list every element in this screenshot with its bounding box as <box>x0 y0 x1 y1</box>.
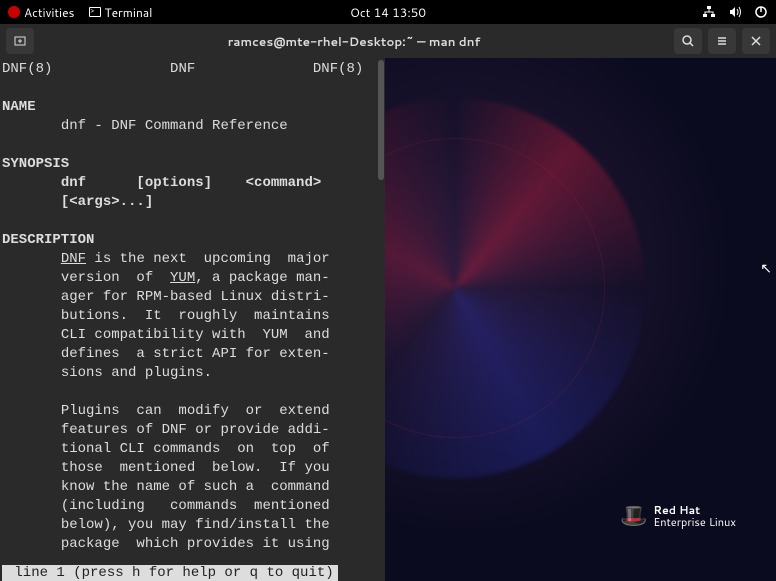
desc-p1g: defines a strict API for exten- <box>61 346 330 362</box>
desc-p2a: Plugins can modify or extend <box>61 403 330 419</box>
pager-status-line: line 1 (press h for help or q to quit) <box>2 565 338 581</box>
hamburger-menu-button[interactable] <box>708 28 736 54</box>
desc-p2b: features of DNF or provide addi- <box>61 422 330 438</box>
power-icon[interactable] <box>754 5 768 19</box>
gnome-topbar: Activities Terminal Oct 14 13:50 <box>0 0 776 24</box>
section-synopsis: SYNOPSIS <box>2 156 69 172</box>
desc-p1d: ager for RPM-based Linux distri- <box>61 289 330 305</box>
new-tab-button[interactable] <box>6 28 34 54</box>
desc-p2h: package which provides it using <box>61 536 330 552</box>
app-menu-label: Terminal <box>105 4 153 21</box>
app-menu-terminal[interactable]: Terminal <box>89 4 153 21</box>
activities-label: Activities <box>24 4 75 21</box>
redhat-logo: 🎩 Red Hat Enterprise Linux <box>620 500 736 531</box>
section-description: DESCRIPTION <box>2 232 94 248</box>
man-header-right: DNF(8) <box>313 61 363 77</box>
terminal-icon <box>89 7 101 17</box>
desc-p1b: version of <box>61 270 170 286</box>
desc-p1h: sions and plugins. <box>61 365 212 381</box>
search-button[interactable] <box>674 28 702 54</box>
brand-line2: Enterprise Linux <box>653 514 736 530</box>
synopsis-line1: dnf [options] <command> <box>61 175 321 191</box>
terminal-pane[interactable]: DNF(8) DNF DNF(8) NAME dnf - DNF Command… <box>0 58 385 581</box>
desc-p2d: those mentioned below. If you <box>61 460 330 476</box>
window-title: ramces@mte-rhel-Desktop:~ — man dnf <box>40 33 668 50</box>
desktop-background: 🎩 Red Hat Enterprise Linux ↖ <box>385 58 776 581</box>
desc-yum-link: YUM <box>170 270 195 286</box>
man-header-left: DNF(8) <box>2 61 52 77</box>
volume-icon[interactable] <box>728 5 742 19</box>
redhat-hat-icon: 🎩 <box>620 500 647 531</box>
close-button[interactable] <box>742 28 770 54</box>
desc-p1f: CLI compatibility with YUM and <box>61 327 330 343</box>
desc-p1a: is the next upcoming major <box>86 251 330 267</box>
terminal-scrollbar[interactable] <box>377 58 385 581</box>
scrollbar-thumb[interactable] <box>378 60 384 180</box>
network-icon[interactable] <box>702 5 716 19</box>
synopsis-line2: [<args>...] <box>61 194 153 210</box>
desc-p1c: , a package man- <box>195 270 329 286</box>
terminal-output: DNF(8) DNF DNF(8) NAME dnf - DNF Command… <box>0 58 385 558</box>
man-header-center: DNF <box>170 61 195 77</box>
redhat-icon <box>8 6 20 18</box>
desc-p1e: butions. It roughly maintains <box>61 308 330 324</box>
desc-p2f: (including commands mentioned <box>61 498 330 514</box>
activities-button[interactable]: Activities <box>8 4 75 21</box>
mouse-cursor-icon: ↖ <box>760 258 772 278</box>
clock[interactable]: Oct 14 13:50 <box>350 4 426 21</box>
datetime-label: Oct 14 13:50 <box>350 4 426 21</box>
desc-p2e: know the name of such a command <box>61 479 330 495</box>
desc-p2c: tional CLI commands on top of <box>61 441 330 457</box>
section-name: NAME <box>2 99 36 115</box>
desc-p2g: below), you may find/install the <box>61 517 330 533</box>
desc-dnf-link: DNF <box>61 251 86 267</box>
terminal-titlebar: ramces@mte-rhel-Desktop:~ — man dnf <box>0 24 776 58</box>
name-line: dnf - DNF Command Reference <box>61 118 288 134</box>
